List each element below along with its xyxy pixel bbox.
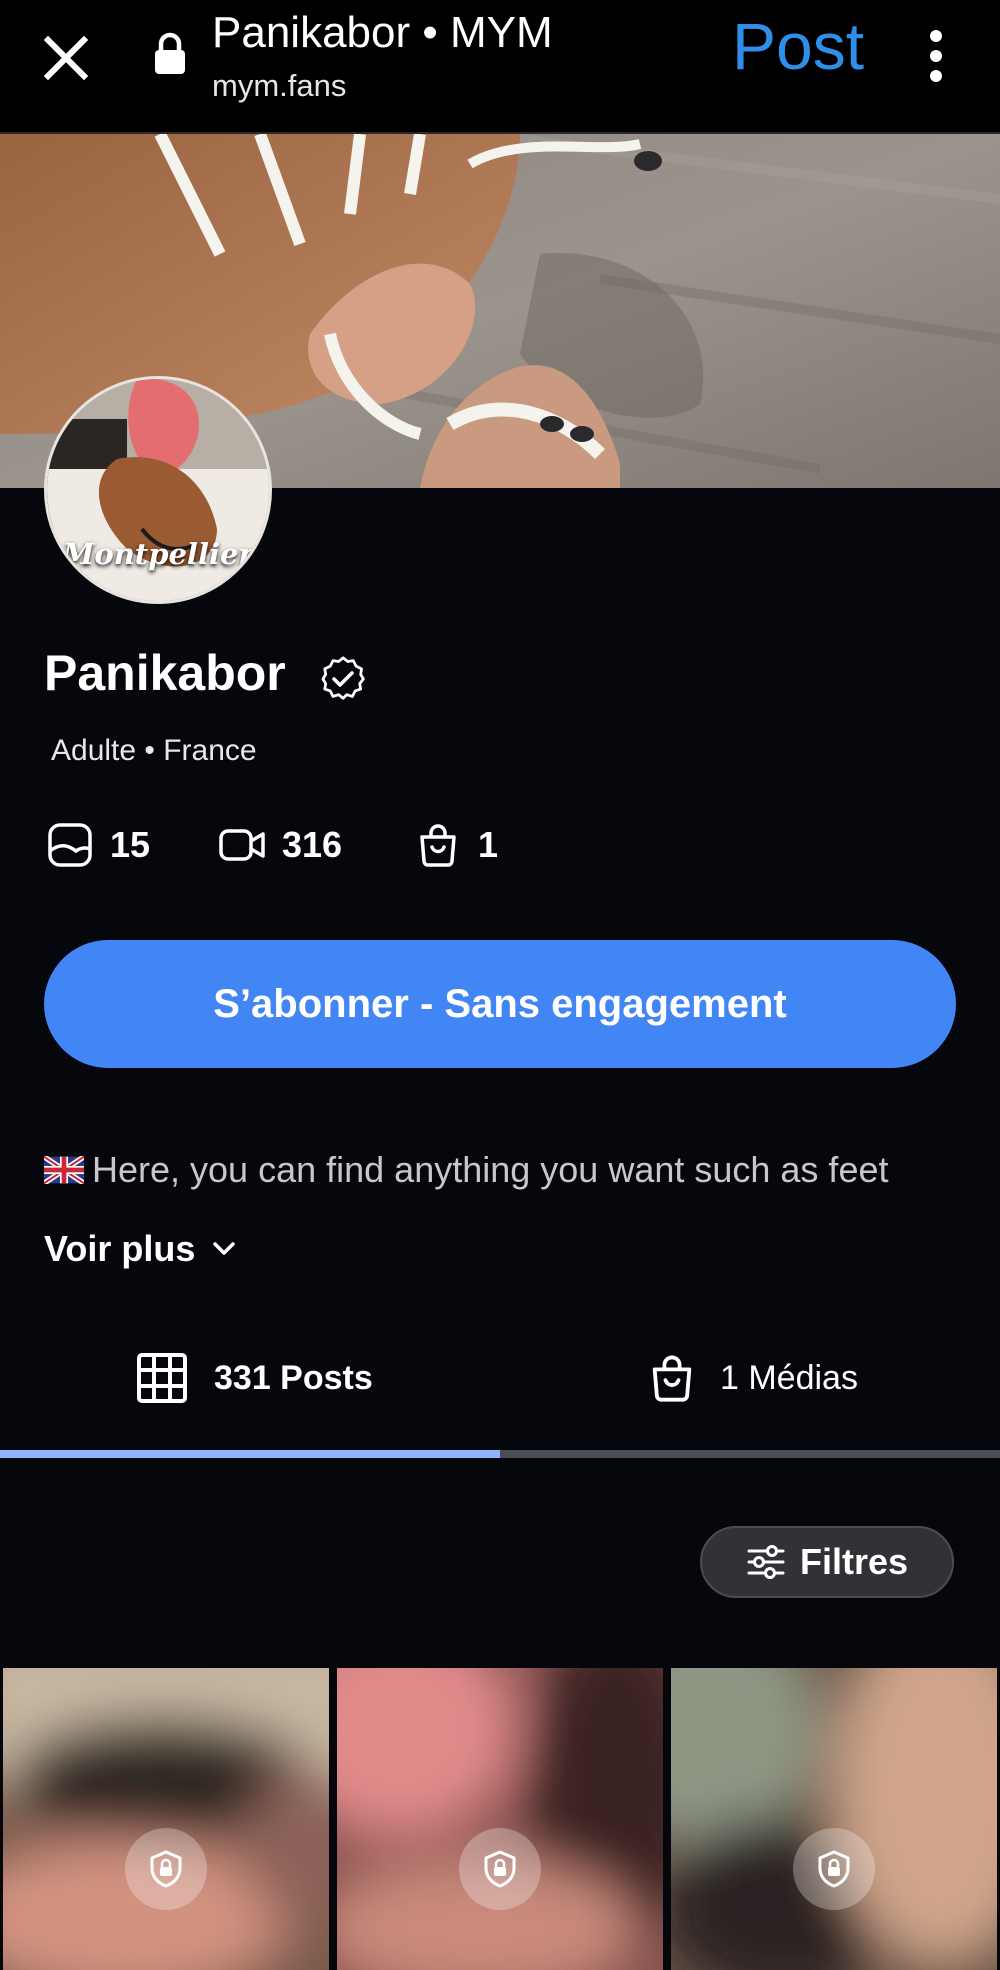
stat-purchases: 1 [414,820,498,870]
stat-photos: 15 [46,820,150,870]
shield-lock-icon [818,1850,850,1888]
uk-flag-icon [44,1156,84,1184]
shield-lock-icon [150,1850,182,1888]
filters-button[interactable]: Filtres [700,1526,954,1598]
profile-meta: Adulte • France [51,734,257,767]
page-url[interactable]: mym.fans [212,68,346,104]
see-more-button[interactable]: Voir plus [44,1228,241,1270]
bio-line: Here, you can find anything you want suc… [92,1149,889,1190]
stat-purchases-count: 1 [478,824,499,865]
video-icon [219,829,265,861]
shopping-bag-icon [652,1355,692,1402]
page-title: Panikabor • MYM [212,8,553,57]
locked-badge [125,1828,207,1910]
see-more-label: Voir plus [44,1228,196,1269]
sliders-icon [747,1545,785,1579]
subscribe-button[interactable]: S’abonner - Sans engagement [44,940,956,1068]
tab-medias[interactable]: 1 Médias [646,1348,858,1408]
chevron-down-icon [213,1242,236,1255]
bio-text: Here, you can find anything you want suc… [44,1136,964,1204]
avatar[interactable]: Montpellier [44,376,272,604]
stat-videos: 316 [218,820,342,870]
close-icon [43,35,89,81]
close-button[interactable] [36,28,96,88]
locked-badge [459,1828,541,1910]
media-tile[interactable] [337,1668,663,1970]
stat-photos-count: 15 [110,824,151,865]
stat-videos-count: 316 [282,824,343,865]
shield-lock-icon [484,1850,516,1888]
lock-icon [155,32,185,74]
tab-medias-label: 1 Médias [720,1358,858,1397]
profile-name: Panikabor [44,645,286,701]
tab-posts-label: 331 Posts [214,1358,373,1397]
post-button[interactable]: Post [732,8,864,84]
verified-badge-icon [321,656,365,700]
locked-badge [793,1828,875,1910]
more-options-button[interactable] [922,28,950,84]
shopping-bag-icon [420,824,456,867]
media-tile[interactable] [671,1668,997,1970]
filters-label: Filtres [799,1541,909,1582]
photo-icon [48,823,92,867]
media-tile[interactable] [3,1668,329,1970]
avatar-caption: Montpellier [62,537,254,571]
browser-toolbar: Panikabor • MYM mym.fans Post [0,0,1000,134]
tab-posts[interactable]: 331 Posts [136,1348,373,1408]
tab-active-indicator [0,1450,500,1458]
more-vert-icon [930,30,942,82]
grid-icon [137,1353,187,1403]
